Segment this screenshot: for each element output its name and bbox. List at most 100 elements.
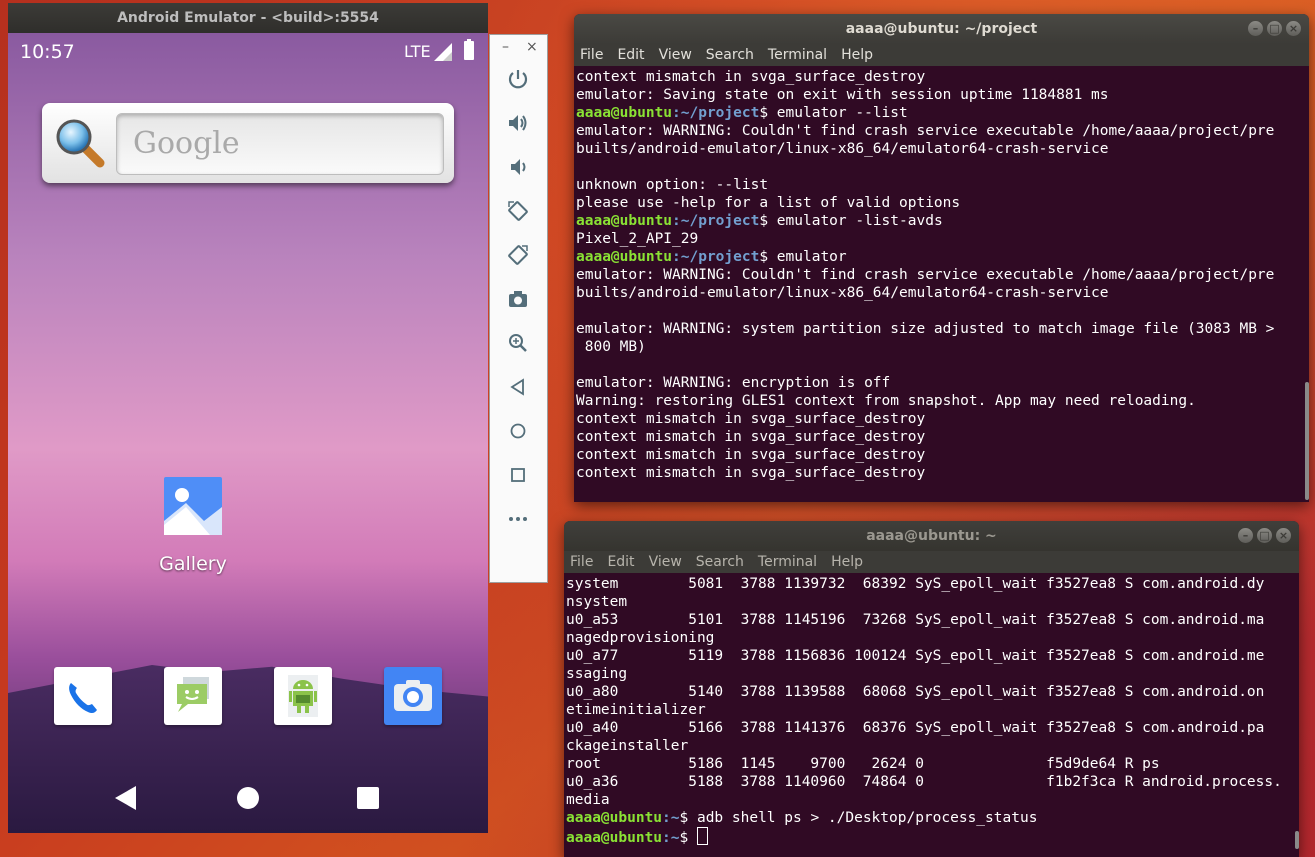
gallery-icon[interactable] — [164, 477, 222, 535]
screenshot-icon[interactable] — [506, 287, 530, 311]
terminal-line: ckageinstaller — [566, 738, 689, 754]
terminal-line: u0_a36 5188 3788 1140960 74864 0 f1b2f3c… — [566, 774, 1282, 790]
minimize-button[interactable]: – — [1248, 21, 1263, 36]
terminal-line: aaaa@ubuntu:~/project$ emulator --list — [576, 104, 1309, 122]
phone-icon — [69, 683, 97, 714]
rotate-right-icon[interactable] — [506, 243, 530, 267]
phone-app[interactable] — [54, 667, 112, 725]
menu-file[interactable]: File — [580, 47, 603, 63]
text-cursor — [696, 827, 708, 845]
menu-file[interactable]: File — [570, 554, 593, 570]
command-text: $ adb shell ps > ./Desktop/process_statu… — [679, 810, 1038, 826]
terminal-line: Pixel_2_API_29 — [576, 231, 699, 247]
terminal-line: unknown option: --list — [576, 177, 769, 193]
terminal-menubar: File Edit View Search Terminal Help — [574, 44, 1309, 66]
overview-icon[interactable] — [506, 463, 530, 487]
terminal-line: aaaa@ubuntu:~/project$ emulator — [576, 248, 1309, 266]
menu-edit[interactable]: Edit — [617, 47, 644, 63]
terminal-line: builts/android-emulator/linux-x86_64/emu… — [576, 141, 1109, 157]
prompt-path: :~ — [662, 810, 680, 826]
status-bar: 10:57 LTE — [8, 33, 488, 69]
maximize-button[interactable]: □ — [1257, 528, 1272, 543]
nav-back-button[interactable] — [114, 785, 138, 811]
power-icon[interactable] — [506, 67, 530, 91]
back-icon[interactable] — [506, 375, 530, 399]
nav-overview-button[interactable] — [356, 785, 380, 811]
rotate-left-icon[interactable] — [506, 199, 530, 223]
terminal-titlebar[interactable]: aaaa@ubuntu: ~ – □ × — [564, 521, 1299, 551]
terminal-line: u0_a80 5140 3788 1139588 68068 SyS_epoll… — [566, 684, 1265, 700]
terminal-line: system 5081 3788 1139732 68392 SyS_epoll… — [566, 576, 1265, 592]
menu-edit[interactable]: Edit — [607, 554, 634, 570]
emulator-titlebar[interactable]: Android Emulator - <build>:5554 — [8, 3, 488, 33]
home-icon[interactable] — [506, 419, 530, 443]
emulator-toolbar: – × — [489, 34, 548, 583]
command-text: $ emulator — [759, 249, 847, 265]
terminal-window-home[interactable]: aaaa@ubuntu: ~ – □ × File Edit View Search T… — [564, 521, 1299, 857]
prompt-user: aaaa@ubuntu — [576, 105, 673, 121]
terminal-line: etimeinitializer — [566, 702, 706, 718]
minimize-button[interactable]: – — [1238, 528, 1253, 543]
camera-icon — [394, 680, 432, 711]
messages-app[interactable] — [164, 667, 222, 725]
terminal-line: context mismatch in svga_surface_destroy — [576, 411, 926, 427]
search-input[interactable]: Google — [116, 113, 444, 175]
toolbar-minimize-button[interactable]: – — [502, 39, 509, 55]
menu-view[interactable]: View — [649, 554, 682, 570]
prompt-user: aaaa@ubuntu — [576, 213, 673, 229]
maximize-button[interactable]: □ — [1267, 21, 1282, 36]
menu-help[interactable]: Help — [841, 47, 873, 63]
android-app[interactable] — [274, 667, 332, 725]
google-placeholder: Google — [133, 126, 240, 161]
android-robot-icon — [288, 675, 318, 717]
terminal-line: context mismatch in svga_surface_destroy — [576, 69, 926, 85]
terminal-menubar: File Edit View Search Terminal Help — [564, 551, 1299, 573]
terminal-line: root 5186 1145 9700 2624 0 f5d9de64 R ps — [566, 756, 1160, 772]
close-button[interactable]: × — [1286, 21, 1301, 36]
terminal-line: emulator: WARNING: encryption is off — [576, 375, 891, 391]
close-button[interactable]: × — [1276, 528, 1291, 543]
prompt-path: :~/project — [672, 213, 760, 229]
command-text: $ — [679, 830, 697, 846]
gallery-label: Gallery — [159, 553, 227, 575]
zoom-icon[interactable] — [506, 331, 530, 355]
terminal-window-project[interactable]: aaaa@ubuntu: ~/project – □ × File Edit Vie… — [574, 14, 1309, 502]
terminal-output[interactable]: context mismatch in svga_surface_destroy… — [574, 66, 1309, 482]
prompt-path: :~/project — [672, 105, 760, 121]
terminal-titlebar[interactable]: aaaa@ubuntu: ~/project – □ × — [574, 14, 1309, 44]
command-text: $ emulator -list-avds — [759, 213, 943, 229]
terminal-scrollbar[interactable] — [1305, 382, 1309, 500]
toolbar-close-button[interactable]: × — [526, 39, 538, 55]
phone-screen[interactable]: 10:57 LTE Google Gallery — [8, 33, 488, 833]
terminal-title: aaaa@ubuntu: ~/project — [845, 21, 1038, 37]
terminal-line: context mismatch in svga_surface_destroy — [576, 429, 926, 445]
menu-help[interactable]: Help — [831, 554, 863, 570]
menu-terminal[interactable]: Terminal — [758, 554, 817, 570]
terminal-output[interactable]: system 5081 3788 1139732 68392 SyS_epoll… — [564, 573, 1299, 846]
signal-icon — [434, 43, 452, 61]
battery-icon — [464, 39, 474, 60]
terminal-line: nsystem — [566, 594, 628, 610]
emulator-window: Android Emulator - <build>:5554 10:57 LT… — [8, 3, 488, 833]
camera-app[interactable] — [384, 667, 442, 725]
terminal-line: emulator: Saving state on exit with sess… — [576, 87, 1109, 103]
network-type: LTE — [404, 42, 431, 61]
terminal-scrollbar[interactable] — [1295, 831, 1299, 849]
prompt-user: aaaa@ubuntu — [566, 810, 663, 826]
menu-search[interactable]: Search — [706, 47, 754, 63]
menu-search[interactable]: Search — [696, 554, 744, 570]
menu-terminal[interactable]: Terminal — [768, 47, 827, 63]
nav-home-button[interactable] — [236, 785, 260, 811]
volume-up-icon[interactable] — [506, 111, 530, 135]
menu-view[interactable]: View — [659, 47, 692, 63]
terminal-line: Warning: restoring GLES1 context from sn… — [576, 393, 1196, 409]
more-icon[interactable] — [506, 507, 530, 531]
prompt-path: :~/project — [672, 249, 760, 265]
terminal-line: media — [566, 792, 610, 808]
terminal-line: context mismatch in svga_surface_destroy — [576, 447, 926, 463]
volume-down-icon[interactable] — [506, 155, 530, 179]
google-search-widget[interactable]: Google — [42, 103, 454, 183]
emulator-title: Android Emulator - <build>:5554 — [117, 10, 379, 26]
